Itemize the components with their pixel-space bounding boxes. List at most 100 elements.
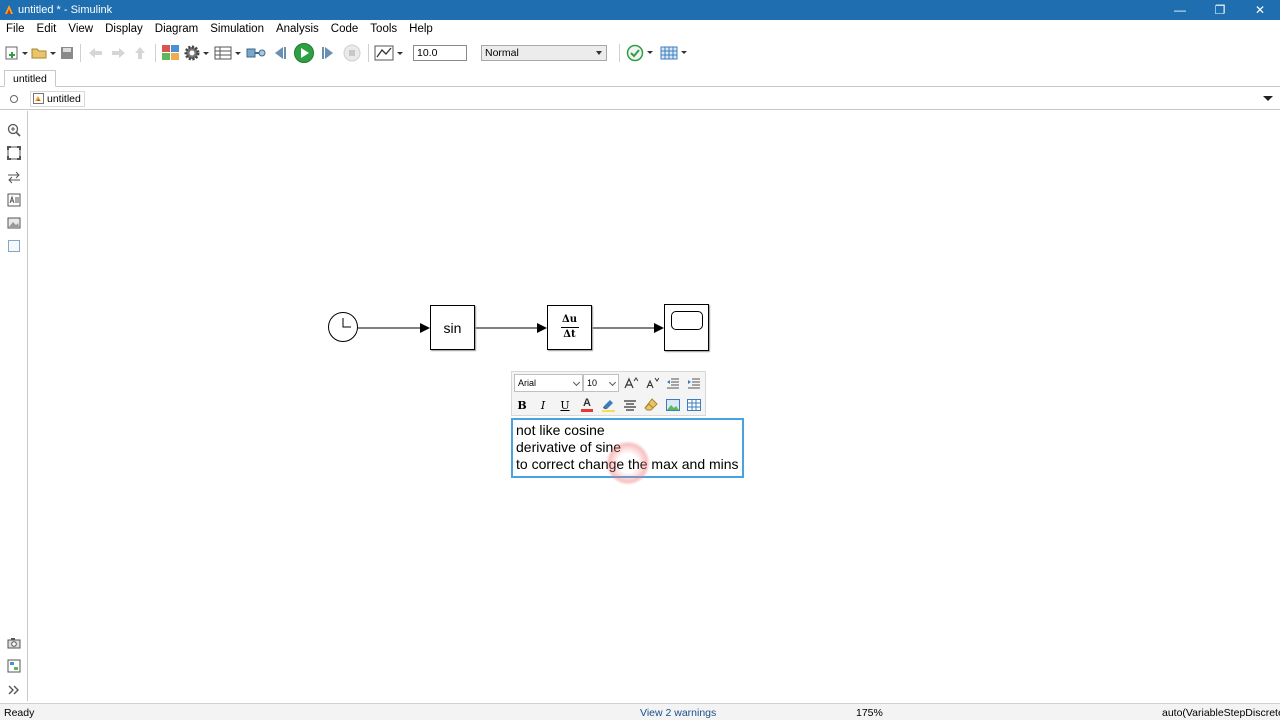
simulation-mode-value: Normal (485, 47, 519, 59)
run-button[interactable] (293, 41, 315, 65)
chevron-down-icon[interactable] (1263, 96, 1273, 101)
chevron-down-icon (572, 378, 581, 387)
fit-to-view-icon[interactable] (7, 146, 21, 160)
menu-file[interactable]: File (0, 23, 31, 35)
toolbar-separator (155, 44, 156, 62)
clear-formatting-button[interactable] (643, 397, 659, 413)
sin-block-label: sin (443, 319, 462, 336)
annotation-line-1: not like cosine (516, 422, 605, 438)
menu-simulation[interactable]: Simulation (204, 23, 270, 35)
italic-button[interactable]: I (535, 397, 551, 413)
menu-code[interactable]: Code (325, 23, 365, 35)
window-titlebar: untitled * - Simulink — ❐ ✕ (0, 0, 1280, 20)
minimize-button[interactable]: — (1160, 0, 1200, 20)
view-warnings-link[interactable]: View 2 warnings (640, 707, 716, 719)
highlight-color-button[interactable] (600, 397, 616, 413)
step-forward-button[interactable] (317, 41, 339, 65)
tab-untitled[interactable]: untitled (4, 70, 56, 87)
font-color-letter: A (583, 397, 591, 409)
model-explorer-icon[interactable] (7, 659, 21, 673)
step-back-button[interactable] (269, 41, 291, 65)
font-color-button[interactable]: A (579, 397, 595, 413)
area-icon[interactable] (7, 239, 21, 253)
model-explorer-button[interactable] (213, 41, 243, 65)
update-diagram-button[interactable] (245, 41, 267, 65)
insert-image-button[interactable] (665, 397, 681, 413)
model-icon (33, 93, 44, 104)
record-data-button[interactable] (374, 41, 406, 65)
open-folder-icon (31, 48, 56, 59)
decrease-indent-icon (667, 378, 679, 389)
back-button[interactable] (86, 41, 106, 65)
build-grid-icon (660, 46, 687, 60)
status-bar: Ready View 2 warnings 175% auto(Variable… (0, 703, 1280, 720)
font-family-select[interactable]: Arial (514, 374, 583, 392)
route-lines-icon[interactable] (7, 170, 21, 184)
step-back-icon (275, 47, 286, 59)
image-icon (666, 399, 680, 411)
main-toolbar: Normal (0, 39, 1280, 67)
up-button[interactable] (130, 41, 150, 65)
annotation-format-toolbar: Arial 10 B I U A (511, 371, 706, 416)
menu-view[interactable]: View (62, 23, 99, 35)
decrease-indent-button[interactable] (665, 375, 681, 391)
solver-info[interactable]: auto(VariableStepDiscrete) (1162, 707, 1280, 719)
window-title: untitled * - Simulink (18, 4, 113, 16)
eraser-icon (643, 398, 658, 411)
step-forward-icon (322, 47, 333, 59)
screenshot-icon[interactable] (7, 636, 21, 650)
font-family-value: Arial (518, 378, 537, 388)
scope-icon (671, 311, 703, 330)
increase-font-icon (624, 377, 638, 389)
align-button[interactable] (622, 397, 638, 413)
stop-time-input[interactable] (413, 45, 467, 61)
close-button[interactable]: ✕ (1240, 0, 1280, 20)
fraction-bar (560, 327, 579, 328)
font-size-select[interactable]: 10 (583, 374, 619, 392)
sin-block[interactable]: sin (430, 305, 475, 350)
toolbar-separator (619, 44, 620, 62)
expand-chevrons-icon[interactable] (7, 683, 21, 697)
menu-display[interactable]: Display (99, 23, 149, 35)
bold-button[interactable]: B (514, 397, 530, 413)
model-advisor-button[interactable] (625, 41, 657, 65)
restore-button[interactable]: ❐ (1200, 0, 1240, 20)
menu-tools[interactable]: Tools (364, 23, 403, 35)
save-button[interactable] (59, 41, 75, 65)
simulation-mode-select[interactable]: Normal (481, 45, 607, 61)
annotation-icon[interactable] (7, 193, 21, 207)
decrease-font-icon (646, 377, 659, 389)
image-icon[interactable] (7, 216, 21, 230)
decrease-font-button[interactable] (644, 375, 660, 391)
menu-analysis[interactable]: Analysis (270, 23, 325, 35)
build-model-button[interactable] (659, 41, 691, 65)
menu-help[interactable]: Help (403, 23, 439, 35)
insert-table-button[interactable] (686, 397, 702, 413)
left-palette (0, 111, 28, 701)
zoom-icon[interactable] (7, 123, 21, 137)
forward-arrow-icon (112, 48, 125, 58)
model-config-button[interactable] (183, 41, 211, 65)
font-color-swatch (581, 409, 593, 412)
library-browser-button[interactable] (161, 41, 181, 65)
new-model-button[interactable] (5, 41, 29, 65)
forward-button[interactable] (108, 41, 128, 65)
increase-font-button[interactable] (623, 375, 639, 391)
derivative-block[interactable]: Δu Δt (547, 305, 592, 350)
breadcrumb-model-name: untitled (47, 92, 81, 105)
clock-block[interactable] (327, 311, 361, 345)
open-button[interactable] (31, 41, 57, 65)
increase-indent-button[interactable] (686, 375, 702, 391)
breadcrumb[interactable]: untitled (30, 90, 85, 107)
stop-button[interactable] (341, 41, 363, 65)
menu-diagram[interactable]: Diagram (149, 23, 204, 35)
underline-button[interactable]: U (557, 397, 573, 413)
toolbar-separator (368, 44, 369, 62)
annotation-textbox[interactable]: not like cosine derivative of sine to corr… (511, 418, 744, 478)
save-icon (61, 47, 73, 59)
new-model-icon (5, 46, 28, 60)
run-play-icon (294, 43, 314, 63)
hide-model-browser-icon[interactable] (10, 94, 18, 103)
menu-edit[interactable]: Edit (31, 23, 63, 35)
scope-block[interactable] (664, 304, 709, 351)
